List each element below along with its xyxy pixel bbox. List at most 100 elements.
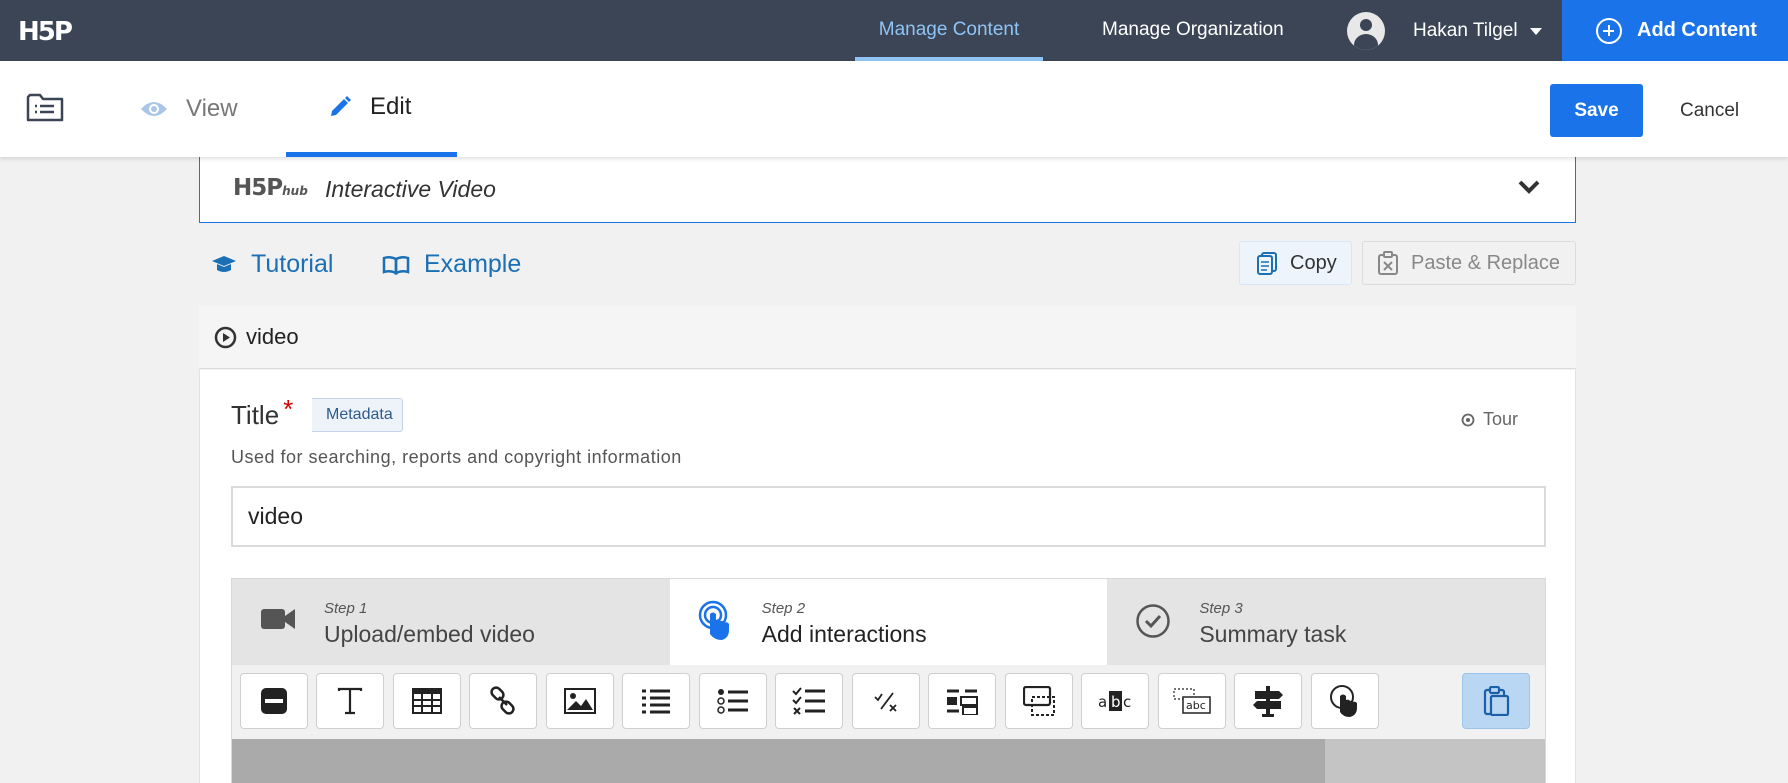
video-preview-area[interactable] xyxy=(231,739,1546,783)
compass-icon xyxy=(1461,413,1475,426)
copy-icon xyxy=(1257,252,1277,275)
plus-circle-icon xyxy=(1596,17,1622,44)
step-label: Add interactions xyxy=(761,621,927,647)
paste-icon xyxy=(1483,686,1510,716)
title-field-label: Title * xyxy=(231,394,294,430)
section-title: video xyxy=(246,324,299,349)
save-button[interactable]: Save xyxy=(1550,84,1643,137)
svg-text:b: b xyxy=(1111,693,1121,711)
statements-icon xyxy=(642,689,670,714)
svg-text:c: c xyxy=(1123,693,1131,711)
label-icon xyxy=(261,688,287,714)
text-icon xyxy=(337,687,363,715)
svg-text:a: a xyxy=(1098,693,1107,711)
example-link[interactable]: Example xyxy=(382,250,521,279)
step-number: Step 1 xyxy=(324,600,368,617)
table-button[interactable] xyxy=(393,673,461,729)
caret-down-icon xyxy=(1529,27,1542,35)
label-button[interactable] xyxy=(240,673,308,729)
metadata-button[interactable]: Metadata xyxy=(312,398,403,432)
content-type-selector[interactable]: H5Phub Interactive Video xyxy=(199,157,1576,223)
statements-button[interactable] xyxy=(622,673,690,729)
paste-replace-button[interactable]: Paste & Replace xyxy=(1362,241,1576,285)
tab-view[interactable]: View xyxy=(140,61,238,157)
true-false-button[interactable] xyxy=(852,673,920,729)
play-circle-icon xyxy=(214,326,237,348)
free-text-button[interactable] xyxy=(1311,673,1379,729)
step-upload-video[interactable]: Step 1 Upload/embed video xyxy=(232,579,670,666)
step-label: Upload/embed video xyxy=(324,621,535,647)
single-choice-button[interactable] xyxy=(699,673,767,729)
drag-drop-button[interactable]: abc xyxy=(1158,673,1226,729)
image-button[interactable] xyxy=(546,673,614,729)
tab-view-label: View xyxy=(186,95,238,122)
navigation-hotspot-button[interactable] xyxy=(1234,673,1302,729)
crossroads-icon xyxy=(1023,686,1055,716)
drag-text-button[interactable] xyxy=(928,673,996,729)
link-icon xyxy=(490,686,515,715)
video-side-panel xyxy=(1325,739,1545,783)
h5p-hub-logo: H5Phub xyxy=(233,175,308,201)
video-camera-icon xyxy=(261,609,295,629)
step-summary-task[interactable]: Step 3 Summary task xyxy=(1107,579,1546,666)
user-menu[interactable]: Hakan Tilgel xyxy=(1347,12,1542,50)
tour-button[interactable]: Tour xyxy=(1461,409,1518,430)
step-number: Step 3 xyxy=(1199,600,1243,617)
step-navigation: Step 1 Upload/embed video Step 2 Add int… xyxy=(231,578,1546,666)
chevron-down-icon[interactable] xyxy=(1518,179,1540,195)
tab-edit[interactable]: Edit xyxy=(286,61,457,157)
touch-hand-icon xyxy=(698,600,729,640)
tutorial-label: Tutorial xyxy=(251,250,334,278)
pencil-icon xyxy=(331,95,351,116)
editor-toolbar: View Edit Save Cancel xyxy=(0,61,1788,157)
multiple-choice-icon xyxy=(792,687,825,715)
top-navbar: H5P Manage Content Manage Organization H… xyxy=(0,0,1788,61)
paste-replace-label: Paste & Replace xyxy=(1411,251,1560,274)
h5p-logo[interactable]: H5P xyxy=(18,17,73,47)
user-avatar-icon xyxy=(1347,12,1385,50)
nav-manage-organization[interactable]: Manage Organization xyxy=(1102,0,1284,61)
content-list-icon[interactable] xyxy=(26,91,64,123)
tour-label: Tour xyxy=(1483,409,1519,429)
title-help-text: Used for searching, reports and copyrigh… xyxy=(231,447,682,467)
crossroads-button[interactable] xyxy=(1005,673,1073,729)
title-input[interactable]: video xyxy=(231,486,1546,547)
navigation-hotspot-icon xyxy=(1253,686,1283,717)
paste-interaction-button[interactable] xyxy=(1462,673,1530,729)
text-button[interactable] xyxy=(316,673,384,729)
interactions-toolbar: abc abc xyxy=(231,665,1546,739)
fill-blanks-button[interactable]: abc xyxy=(1081,673,1149,729)
required-marker: * xyxy=(283,394,294,424)
copy-label: Copy xyxy=(1290,251,1337,274)
example-label: Example xyxy=(424,250,522,278)
free-text-icon xyxy=(1330,685,1357,717)
step-add-interactions[interactable]: Step 2 Add interactions xyxy=(669,579,1108,666)
drag-text-icon xyxy=(947,689,978,715)
single-choice-icon xyxy=(717,689,748,714)
table-icon xyxy=(412,688,442,714)
user-name: Hakan Tilgel xyxy=(1413,20,1518,41)
copy-button[interactable]: Copy xyxy=(1239,241,1352,285)
tutorial-link[interactable]: Tutorial xyxy=(211,250,333,279)
drag-drop-icon: abc xyxy=(1173,688,1211,714)
graduation-cap-icon xyxy=(212,255,236,272)
cancel-button[interactable]: Cancel xyxy=(1680,84,1739,137)
step-label: Summary task xyxy=(1199,621,1347,647)
true-false-icon xyxy=(874,692,897,712)
tab-edit-label: Edit xyxy=(370,92,412,120)
link-button[interactable] xyxy=(469,673,537,729)
eye-icon xyxy=(141,102,167,116)
image-icon xyxy=(564,688,596,714)
add-content-button[interactable]: Add Content xyxy=(1562,0,1788,61)
video-section-header[interactable]: video xyxy=(199,306,1576,369)
open-book-icon xyxy=(382,255,410,275)
clipboard-replace-icon xyxy=(1378,251,1398,275)
editor-panel: Title * Metadata Tour Used for searching,… xyxy=(199,370,1576,783)
svg-text:abc: abc xyxy=(1186,699,1206,712)
multiple-choice-button[interactable] xyxy=(775,673,843,729)
check-circle-icon xyxy=(1136,604,1171,638)
add-content-label: Add Content xyxy=(1637,19,1757,41)
content-type-title: Interactive Video xyxy=(325,176,496,202)
nav-manage-content[interactable]: Manage Content xyxy=(855,0,1043,61)
fill-blanks-icon: abc xyxy=(1098,691,1131,711)
